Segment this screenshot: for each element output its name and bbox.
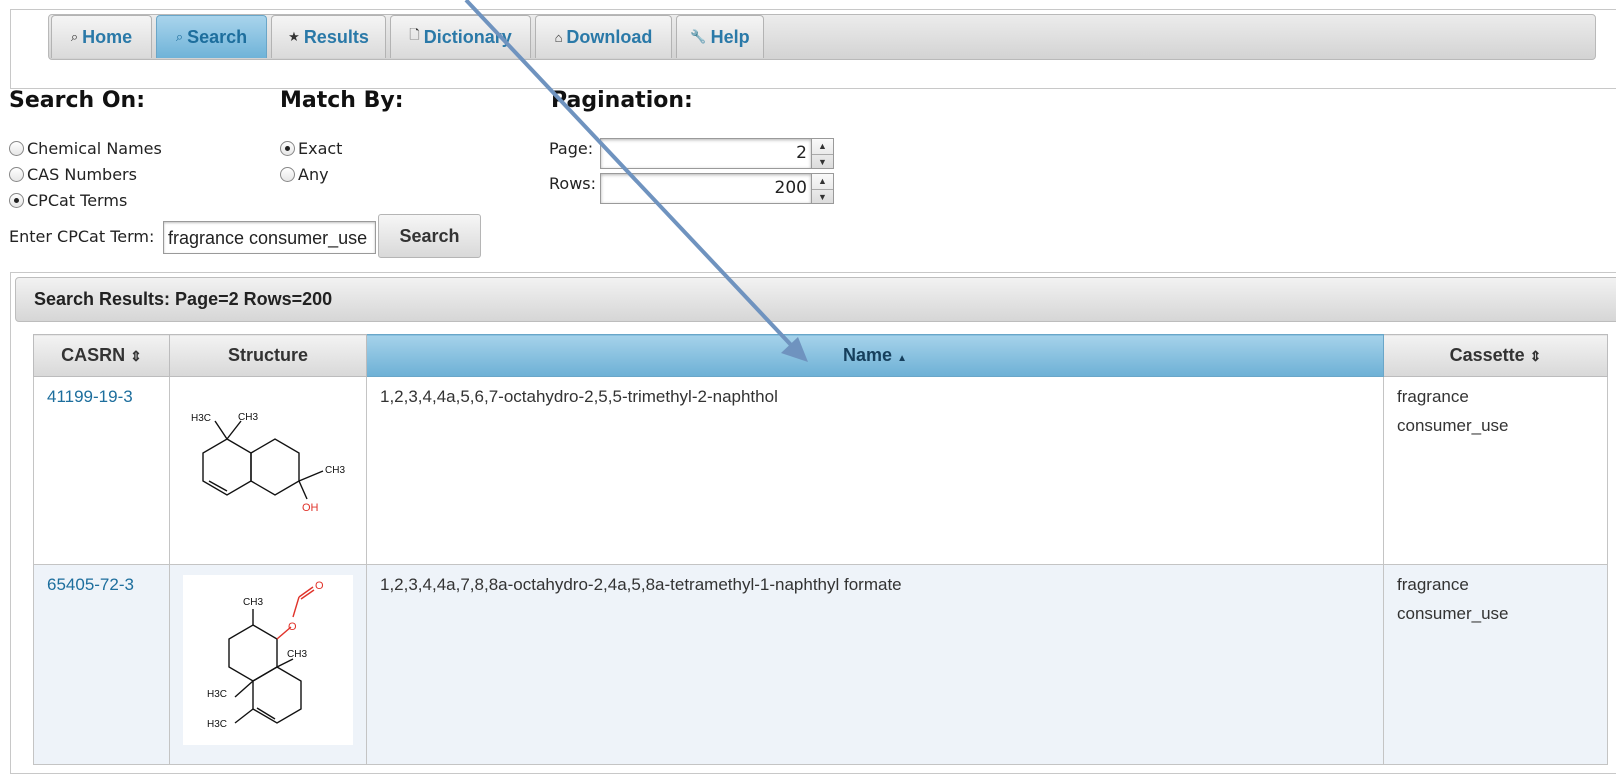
radio-label: Exact: [298, 139, 343, 158]
spinner-down-icon[interactable]: ▼: [812, 154, 833, 170]
tab-results[interactable]: ★ Results: [271, 15, 386, 58]
column-header-casrn[interactable]: CASRN ⇕: [33, 334, 170, 377]
radio-button[interactable]: [9, 141, 24, 156]
wrench-icon: 🔧: [690, 29, 707, 44]
results-header: Search Results: Page=2 Rows=200: [15, 277, 1616, 322]
casrn-link[interactable]: 41199-19-3: [47, 387, 133, 406]
chemical-name: 1,2,3,4,4a,7,8,8a-octahydro-2,4a,5,8a-te…: [366, 564, 1384, 765]
table-row: 65405-72-3 CH3 O O CH3 H3C H3C 1,2,3,4,4…: [33, 564, 1608, 765]
radio-button-selected[interactable]: [280, 141, 295, 156]
chemical-name: 1,2,3,4,4a,5,6,7-octahydro-2,5,5-trimeth…: [366, 376, 1384, 565]
rows-spinner[interactable]: ▲ ▼: [812, 173, 834, 204]
rows-input[interactable]: 200: [600, 173, 812, 204]
radio-any[interactable]: Any: [280, 165, 329, 184]
svg-text:O: O: [288, 621, 297, 633]
results-table: CASRN ⇕ Structure Name ▲ Cassette ⇕ 4119…: [33, 334, 1608, 765]
radio-button[interactable]: [280, 167, 295, 182]
casrn-link[interactable]: 65405-72-3: [47, 575, 134, 594]
svg-text:H3C: H3C: [191, 413, 211, 424]
page-label: Page:: [549, 139, 594, 158]
column-header-cassette[interactable]: Cassette ⇕: [1383, 334, 1608, 377]
cassette-tag: consumer_use: [1397, 604, 1509, 623]
tab-home[interactable]: ⌕ Home: [51, 15, 152, 58]
radio-button[interactable]: [9, 167, 24, 182]
radio-label: Any: [298, 165, 329, 184]
pagination-heading: Pagination:: [551, 88, 693, 113]
sort-icon[interactable]: ⇕: [130, 348, 142, 364]
radio-exact[interactable]: Exact: [280, 139, 342, 158]
radio-label: CAS Numbers: [27, 165, 137, 184]
structure-cell: H3C CH3 CH3 OH: [169, 376, 367, 565]
molecule-structure-image: H3C CH3 CH3 OH: [191, 412, 345, 514]
table-row: 41199-19-3 H3C CH3 CH3 OH 1,2,3,4,4a,5,6…: [33, 376, 1608, 565]
search-icon: ⌕: [175, 29, 184, 44]
cassette-tag: consumer_use: [1397, 416, 1509, 435]
radio-label: CPCat Terms: [27, 191, 128, 210]
page-input[interactable]: 2: [600, 138, 812, 169]
tab-home-label: Home: [82, 26, 133, 47]
column-header-name[interactable]: Name ▲: [366, 334, 1384, 377]
spinner-down-icon[interactable]: ▼: [812, 189, 833, 205]
document-icon: 🗋: [409, 27, 420, 42]
term-input[interactable]: fragrance consumer_use: [163, 221, 376, 254]
radio-chemical-names[interactable]: Chemical Names: [9, 139, 162, 158]
tab-help[interactable]: 🔧 Help: [676, 15, 764, 58]
search-button[interactable]: Search: [378, 214, 481, 258]
tab-download-label: Download: [566, 26, 653, 47]
tab-search[interactable]: ⌕ Search: [156, 15, 267, 58]
search-icon: ⌕: [70, 29, 79, 44]
svg-text:CH3: CH3: [238, 412, 258, 423]
sort-icon[interactable]: ⇕: [1530, 348, 1542, 364]
star-icon: ★: [288, 29, 300, 44]
home-icon: ⌂: [554, 29, 563, 45]
cassette-cell: fragrance consumer_use: [1383, 564, 1608, 765]
molecule-structure-image: CH3 O O CH3 H3C H3C: [183, 575, 353, 745]
column-header-structure: Structure: [169, 334, 367, 377]
tab-results-label: Results: [303, 26, 369, 47]
tab-search-label: Search: [187, 26, 248, 47]
svg-text:CH3: CH3: [287, 649, 307, 660]
sort-ascending-icon[interactable]: ▲: [897, 353, 907, 364]
cassette-tag: fragrance: [1397, 575, 1469, 594]
radio-cas-numbers[interactable]: CAS Numbers: [9, 165, 137, 184]
structure-cell: CH3 O O CH3 H3C H3C: [169, 564, 367, 765]
svg-text:CH3: CH3: [243, 597, 263, 608]
search-on-heading: Search On:: [9, 88, 145, 113]
term-label: Enter CPCat Term:: [9, 227, 155, 246]
spinner-up-icon[interactable]: ▲: [812, 174, 833, 189]
rows-label: Rows:: [549, 174, 596, 193]
spinner-up-icon[interactable]: ▲: [812, 139, 833, 154]
svg-text:CH3: CH3: [325, 465, 345, 476]
svg-text:H3C: H3C: [207, 689, 227, 700]
match-by-heading: Match By:: [280, 88, 404, 113]
svg-text:OH: OH: [302, 502, 319, 514]
svg-text:O: O: [315, 580, 324, 592]
cassette-tag: fragrance: [1397, 387, 1469, 406]
tab-dictionary-label: Dictionary: [423, 26, 512, 47]
tab-download[interactable]: ⌂ Download: [535, 15, 672, 58]
cassette-cell: fragrance consumer_use: [1383, 376, 1608, 565]
radio-button-selected[interactable]: [9, 193, 24, 208]
tab-dictionary[interactable]: 🗋 Dictionary: [390, 15, 531, 58]
svg-text:H3C: H3C: [207, 719, 227, 730]
page-spinner[interactable]: ▲ ▼: [812, 138, 834, 169]
radio-label: Chemical Names: [27, 139, 162, 158]
radio-cpcat-terms[interactable]: CPCat Terms: [9, 191, 127, 210]
tab-help-label: Help: [710, 26, 750, 47]
